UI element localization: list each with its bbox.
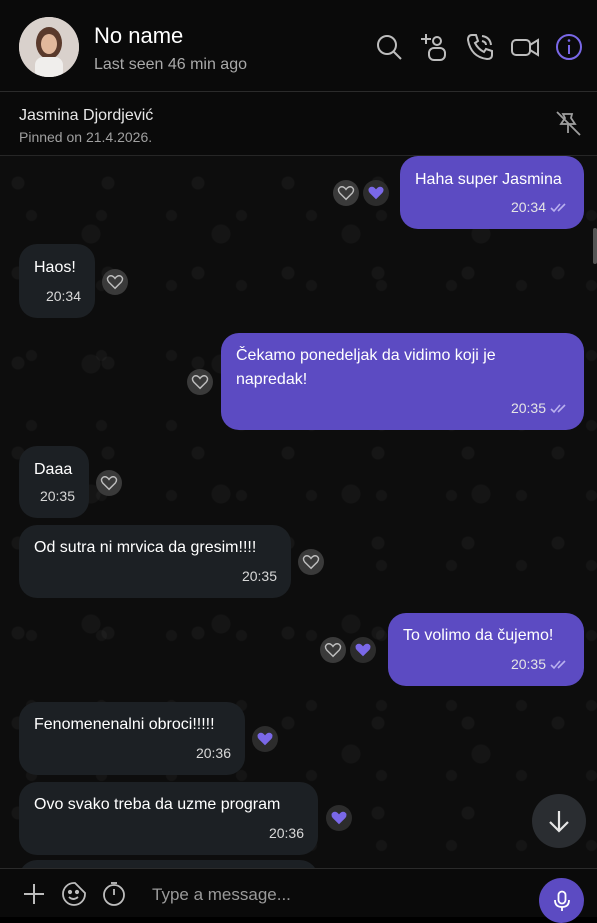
read-receipt-icon bbox=[550, 404, 566, 414]
message-list[interactable]: Haha super Jasmina 20:34 Haos! 20:34 Ček… bbox=[0, 156, 597, 868]
message-text: Daaa bbox=[34, 461, 73, 478]
message-bubble-incoming[interactable] bbox=[19, 860, 318, 868]
message-composer bbox=[0, 868, 597, 917]
message-text: Čekamo ponedeljak da vidimo koji je napr… bbox=[236, 347, 496, 388]
message-text: Ovo svako treba da uzme program bbox=[34, 796, 281, 813]
reaction-add-icon[interactable] bbox=[298, 549, 324, 575]
message-bubble-incoming[interactable]: Fenomenenalni obroci!!!!! 20:36 bbox=[19, 702, 245, 775]
message-bubble-outgoing[interactable]: Čekamo ponedeljak da vidimo koji je napr… bbox=[221, 333, 584, 430]
reaction-add-icon[interactable] bbox=[96, 470, 122, 496]
message-time: 20:35 bbox=[241, 568, 277, 584]
pinned-sender: Jasmina Djordjević bbox=[19, 107, 154, 124]
heart-reaction-icon[interactable] bbox=[363, 180, 389, 206]
message-bubble-incoming[interactable]: Ovo svako treba da uzme program 20:36 bbox=[19, 782, 318, 855]
add-participant-icon[interactable] bbox=[420, 32, 450, 62]
message-time: 20:34 bbox=[45, 288, 81, 304]
message-bubble-incoming[interactable]: Haos! 20:34 bbox=[19, 244, 95, 318]
message-bubble-incoming[interactable]: Od sutra ni mrvica da gresim!!!! 20:35 bbox=[19, 525, 291, 598]
message-input[interactable] bbox=[150, 879, 514, 911]
message-bubble-outgoing[interactable]: To volimo da čujemo! 20:35 bbox=[388, 613, 584, 686]
message-time: 20:34 bbox=[510, 199, 546, 215]
message-time: 20:35 bbox=[39, 488, 75, 504]
message-time: 20:35 bbox=[510, 656, 546, 672]
scroll-to-bottom-button[interactable] bbox=[532, 794, 586, 848]
pinned-date: Pinned on 21.4.2026. bbox=[19, 129, 153, 145]
heart-reaction-icon[interactable] bbox=[326, 805, 352, 831]
read-receipt-icon bbox=[550, 660, 566, 670]
reaction-add-icon[interactable] bbox=[102, 269, 128, 295]
info-icon[interactable] bbox=[554, 32, 584, 62]
read-receipt-icon bbox=[550, 203, 566, 213]
avatar[interactable] bbox=[19, 17, 79, 77]
message-text: Haha super Jasmina bbox=[415, 171, 562, 188]
message-text: Od sutra ni mrvica da gresim!!!! bbox=[34, 539, 257, 556]
plus-icon[interactable] bbox=[21, 881, 47, 907]
message-time: 20:35 bbox=[510, 400, 546, 416]
reaction-add-icon[interactable] bbox=[333, 180, 359, 206]
pinned-message-bar[interactable]: Jasmina Djordjević Pinned on 21.4.2026. bbox=[0, 92, 597, 156]
message-text: To volimo da čujemo! bbox=[403, 627, 554, 644]
message-text: Fenomenenalni obroci!!!!! bbox=[34, 716, 215, 733]
search-icon[interactable] bbox=[374, 32, 404, 62]
message-time: 20:36 bbox=[195, 745, 231, 761]
scrollbar[interactable] bbox=[593, 228, 597, 264]
microphone-button[interactable] bbox=[539, 878, 584, 923]
message-text: Haos! bbox=[34, 259, 76, 276]
heart-reaction-icon[interactable] bbox=[350, 637, 376, 663]
unpin-icon[interactable] bbox=[553, 108, 583, 138]
message-bubble-incoming[interactable]: Daaa 20:35 bbox=[19, 446, 89, 518]
sticker-icon[interactable] bbox=[61, 881, 87, 907]
chat-header: No name Last seen 46 min ago bbox=[0, 0, 597, 92]
heart-reaction-icon[interactable] bbox=[252, 726, 278, 752]
microphone-icon bbox=[553, 890, 570, 911]
last-seen-status: Last seen 46 min ago bbox=[94, 56, 247, 73]
call-icon[interactable] bbox=[465, 32, 495, 62]
arrow-down-icon bbox=[549, 811, 569, 833]
contact-name[interactable]: No name bbox=[94, 23, 183, 49]
message-time: 20:36 bbox=[268, 825, 304, 841]
reaction-add-icon[interactable] bbox=[187, 369, 213, 395]
message-bubble-outgoing[interactable]: Haha super Jasmina 20:34 bbox=[400, 156, 584, 229]
reaction-add-icon[interactable] bbox=[320, 637, 346, 663]
video-call-icon[interactable] bbox=[510, 32, 540, 62]
timer-icon[interactable] bbox=[101, 881, 127, 907]
